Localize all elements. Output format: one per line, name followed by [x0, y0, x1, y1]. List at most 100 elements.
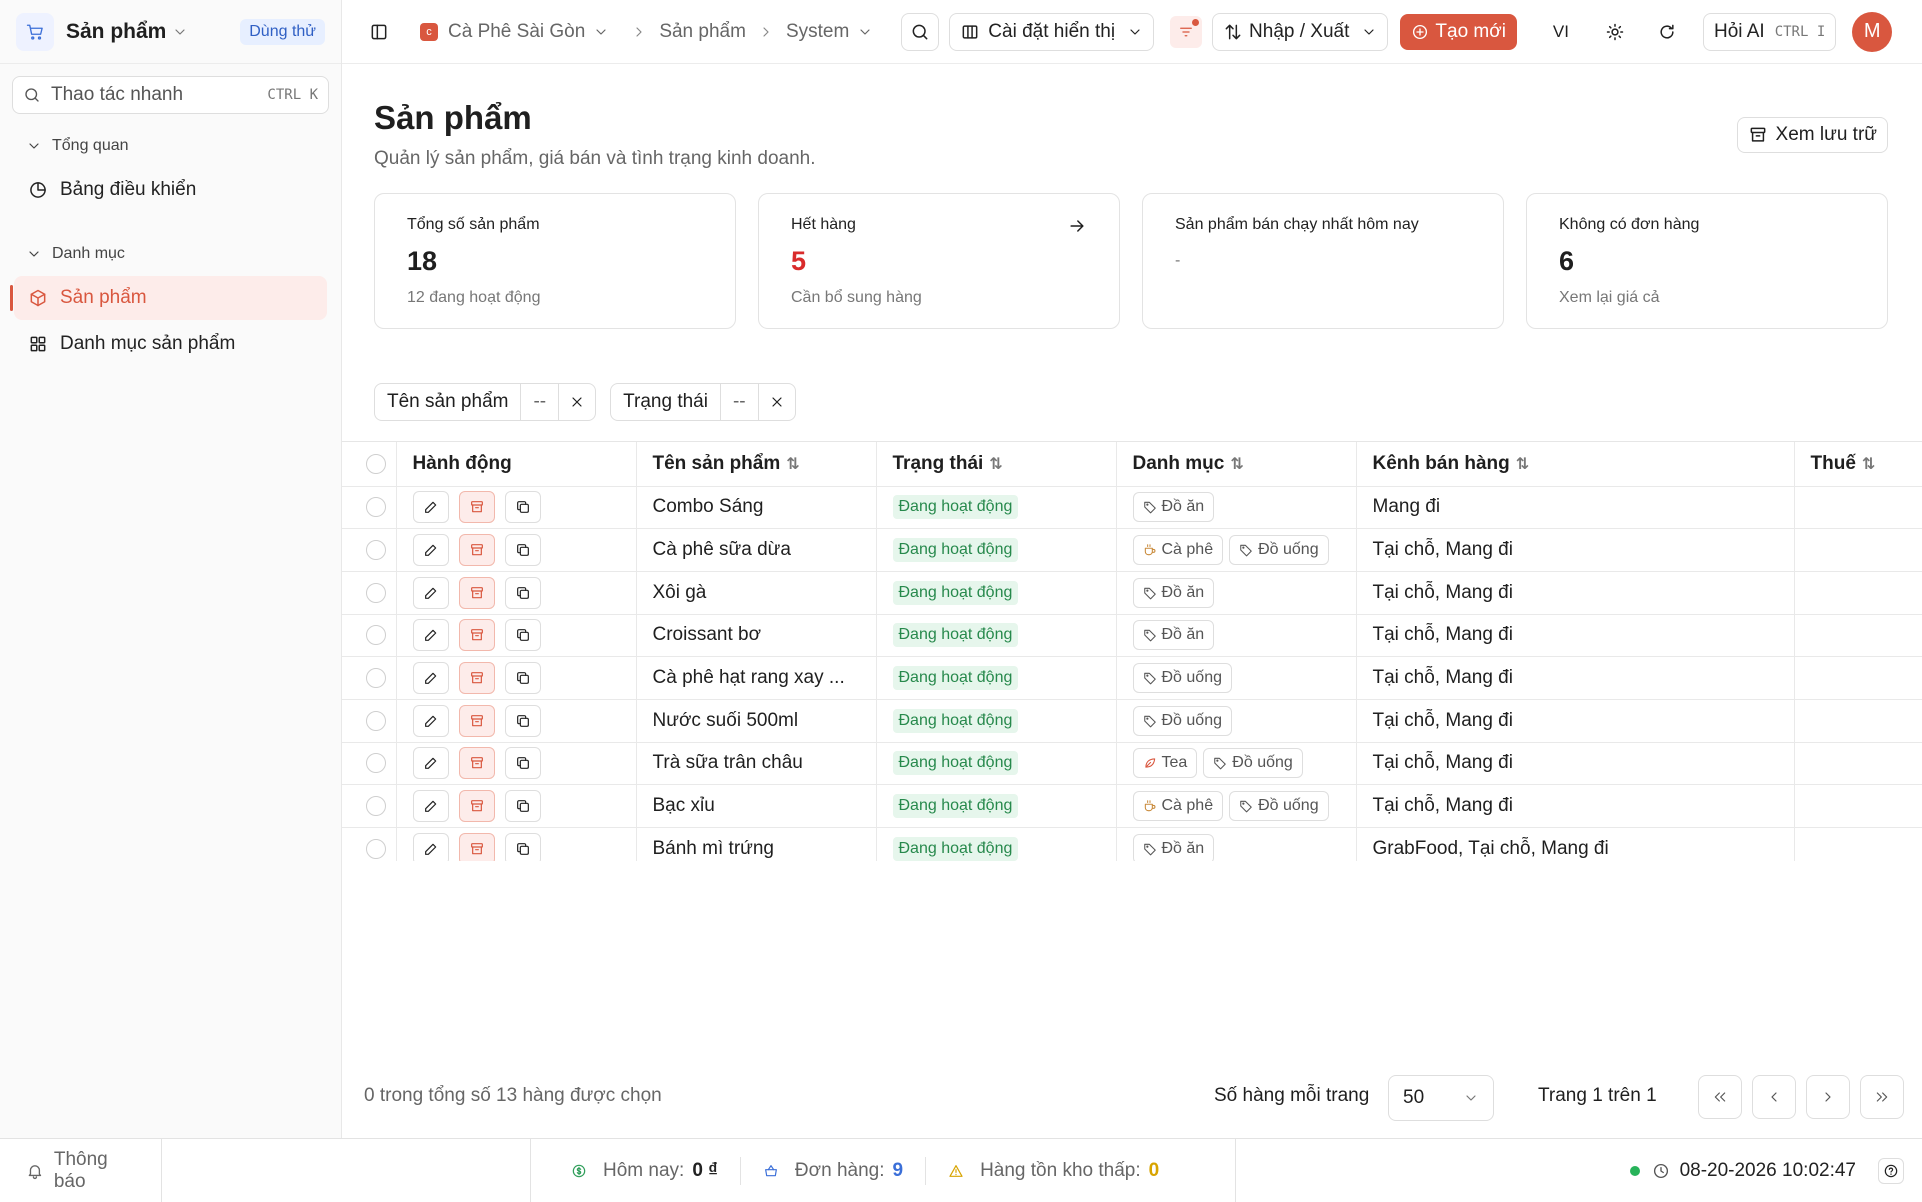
row-checkbox[interactable]	[366, 540, 386, 561]
edit-button[interactable]	[412, 576, 449, 609]
last-page-button[interactable]	[1860, 1075, 1904, 1119]
product-name[interactable]: Cà phê sữa dừa	[653, 539, 791, 560]
column-header-status[interactable]: Trạng thái ⇅	[876, 442, 1117, 487]
duplicate-button[interactable]	[504, 491, 541, 524]
row-checkbox[interactable]	[366, 710, 386, 731]
row-checkbox[interactable]	[366, 796, 386, 817]
table-row[interactable]: Cà phê hạt rang xay ... Đang hoạt động Đ…	[342, 656, 1922, 700]
create-new-button[interactable]: Tạo mới	[1400, 13, 1517, 50]
notifications-button[interactable]: Thông báo	[0, 1139, 162, 1202]
import-export-button[interactable]: Nhập / Xuất	[1212, 12, 1389, 51]
table-row[interactable]: Bạc xỉu Đang hoạt động Cà phê Đồ uống Tại…	[342, 784, 1922, 828]
product-name-cell[interactable]: Cà phê hạt rang xay ...	[636, 656, 877, 700]
column-header-category[interactable]: Danh mục ⇅	[1116, 442, 1357, 487]
edit-button[interactable]	[412, 747, 449, 780]
table-row[interactable]: Combo Sáng Đang hoạt động Đồ ăn Mang đi	[342, 486, 1922, 530]
quick-action-search[interactable]: Thao tác nhanh CTRL K	[12, 76, 329, 114]
duplicate-button[interactable]	[504, 704, 541, 737]
product-name-cell[interactable]: Combo Sáng	[636, 486, 877, 530]
row-select-cell[interactable]	[342, 699, 397, 743]
first-page-button[interactable]	[1698, 1075, 1742, 1119]
theme-toggle[interactable]	[1605, 22, 1625, 42]
column-header-channels[interactable]: Kênh bán hàng ⇅	[1356, 442, 1795, 487]
row-select-cell[interactable]	[342, 486, 397, 530]
row-checkbox[interactable]	[366, 753, 386, 774]
sort-icon[interactable]: ⇅	[786, 454, 799, 474]
archive-button[interactable]	[458, 704, 495, 737]
sort-icon[interactable]: ⇅	[1862, 454, 1875, 474]
column-header-tax[interactable]: Thuế ⇅	[1794, 442, 1922, 487]
select-all-checkbox[interactable]	[366, 453, 386, 474]
close-icon[interactable]	[759, 384, 795, 420]
archive-button[interactable]	[458, 491, 495, 524]
duplicate-button[interactable]	[504, 576, 541, 609]
filter-chip-status[interactable]: Trạng thái --	[610, 383, 796, 421]
section-overview-toggle[interactable]: Tổng quan	[0, 126, 341, 166]
duplicate-button[interactable]	[504, 619, 541, 652]
edit-button[interactable]	[412, 704, 449, 737]
app-switcher[interactable]: Sản phẩm Dùng thử	[0, 0, 341, 64]
row-select-cell[interactable]	[342, 571, 397, 615]
filter-chip-product-name[interactable]: Tên sản phẩm --	[374, 383, 597, 421]
table-row[interactable]: Cà phê sữa dừa Đang hoạt động Cà phê Đồ u…	[342, 528, 1922, 572]
arrow-right-icon[interactable]	[1067, 216, 1087, 236]
column-header-name[interactable]: Tên sản phẩm ⇅	[636, 442, 877, 487]
row-select-cell[interactable]	[342, 827, 397, 861]
edit-button[interactable]	[412, 790, 449, 823]
ask-ai-button[interactable]: Hỏi AI CTRL I	[1702, 12, 1837, 51]
prev-page-button[interactable]	[1752, 1075, 1796, 1119]
edit-button[interactable]	[412, 619, 449, 652]
product-name[interactable]: Combo Sáng	[653, 496, 764, 517]
close-icon[interactable]	[559, 384, 595, 420]
sidebar-item-dashboard[interactable]: Bảng điều khiển	[14, 168, 327, 212]
product-name-cell[interactable]: Cà phê sữa dừa	[636, 528, 877, 572]
refresh-button[interactable]	[1657, 22, 1677, 42]
sidebar-item-products[interactable]: Sản phẩm	[10, 276, 327, 320]
archive-button[interactable]	[458, 832, 495, 861]
product-name[interactable]: Xôi gà	[653, 582, 707, 603]
avatar[interactable]: M	[1852, 11, 1893, 52]
edit-button[interactable]	[412, 491, 449, 524]
stat-card-out-of-stock[interactable]: Hết hàng 5 Cần bổ sung hàng	[758, 193, 1120, 329]
table-row[interactable]: Bánh mì trứng Đang hoạt động Đồ ăn GrabF…	[342, 827, 1922, 861]
search-button[interactable]	[901, 12, 940, 51]
product-name[interactable]: Nước suối 500ml	[653, 710, 799, 731]
breadcrumb-products[interactable]: Sản phẩm	[659, 21, 746, 43]
edit-button[interactable]	[412, 832, 449, 861]
row-checkbox[interactable]	[366, 497, 386, 518]
store-switcher[interactable]: c Cà Phê Sài Gòn	[420, 21, 609, 43]
rows-per-page-select[interactable]: 50	[1388, 1075, 1494, 1121]
archive-button[interactable]	[458, 619, 495, 652]
row-checkbox[interactable]	[366, 625, 386, 646]
archive-button[interactable]	[458, 534, 495, 567]
row-select-cell[interactable]	[342, 614, 397, 658]
table-row[interactable]: Croissant bơ Đang hoạt động Đồ ăn Tại ch…	[342, 614, 1922, 658]
table-row[interactable]: Nước suối 500ml Đang hoạt động Đồ uống T…	[342, 699, 1922, 743]
sort-icon[interactable]: ⇅	[1516, 454, 1529, 474]
view-archive-button[interactable]: Xem lưu trữ	[1736, 117, 1888, 153]
select-all-cell[interactable]	[342, 442, 397, 487]
edit-button[interactable]	[412, 662, 449, 695]
stat-card-sub[interactable]: Xem lại giá cả	[1559, 289, 1855, 307]
archive-button[interactable]	[458, 576, 495, 609]
duplicate-button[interactable]	[504, 790, 541, 823]
display-settings-button[interactable]: Cài đặt hiển thị	[949, 12, 1155, 51]
duplicate-button[interactable]	[504, 662, 541, 695]
row-select-cell[interactable]	[342, 528, 397, 572]
help-button[interactable]	[1878, 1157, 1904, 1184]
product-name[interactable]: Bánh mì trứng	[653, 838, 775, 859]
row-select-cell[interactable]	[342, 742, 397, 786]
next-page-button[interactable]	[1806, 1075, 1850, 1119]
sidebar-item-product-categories[interactable]: Danh mục sản phẩm	[14, 322, 327, 366]
toggle-sidebar-button[interactable]	[360, 12, 398, 51]
product-name-cell[interactable]: Trà sữa trân châu	[636, 742, 877, 786]
product-name-cell[interactable]: Bánh mì trứng	[636, 827, 877, 861]
row-select-cell[interactable]	[342, 784, 397, 828]
row-checkbox[interactable]	[366, 582, 386, 603]
product-name[interactable]: Trà sữa trân châu	[653, 752, 803, 773]
trial-badge[interactable]: Dùng thử	[240, 18, 325, 45]
product-name[interactable]: Croissant bơ	[653, 624, 762, 645]
table-row[interactable]: Xôi gà Đang hoạt động Đồ ăn Tại chỗ, Man…	[342, 571, 1922, 615]
duplicate-button[interactable]	[504, 832, 541, 861]
table-row[interactable]: Trà sữa trân châu Đang hoạt động Tea Đồ u…	[342, 742, 1922, 786]
